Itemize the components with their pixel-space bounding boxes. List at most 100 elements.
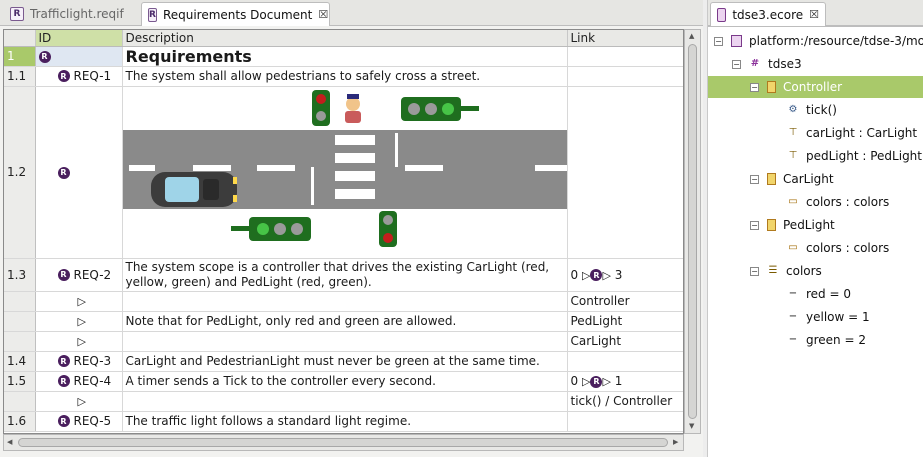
row-number — [4, 291, 36, 312]
table-row[interactable]: ▷ CarLight — [4, 331, 683, 352]
description-cell[interactable]: The traffic light follows a standard lig… — [122, 411, 568, 432]
link-arrow-icon: ▷ — [77, 295, 86, 308]
id-cell[interactable]: R REQ-5 — [35, 411, 123, 432]
collapse-icon[interactable]: − — [750, 266, 759, 276]
table-row[interactable]: 1.4 R REQ-3 CarLight and PedestrianLight … — [4, 351, 683, 372]
table-row[interactable]: 1.6 R REQ-5 The traffic light follows a s… — [4, 411, 683, 432]
table-row[interactable]: ▷ Note that for PedLight, only red and g… — [4, 311, 683, 332]
tree-node-label: platform:/resource/tdse-3/mod — [749, 34, 923, 48]
table-row[interactable]: ▷ tick() / Controller — [4, 391, 683, 412]
link-cell[interactable]: PedLight — [567, 311, 683, 332]
link-arrow-icon: ▷ — [77, 315, 86, 328]
tree-node-literal[interactable]: − yellow = 1 — [787, 306, 870, 328]
row-number — [4, 391, 36, 412]
scroll-down-icon[interactable]: ▼ — [689, 422, 694, 430]
row-number: 1.2 — [4, 86, 36, 259]
horizontal-scrollbar[interactable]: ◀ ▶ — [3, 434, 684, 451]
description-cell[interactable]: The system scope is a controller that dr… — [122, 258, 568, 292]
link-cell[interactable] — [567, 86, 683, 259]
tab-trafficlight-reqif[interactable]: R Trafficlight.reqif — [4, 2, 130, 26]
reference-icon: ⊤ — [788, 150, 798, 161]
id-cell[interactable]: ▷ — [35, 331, 123, 352]
description-cell[interactable] — [122, 391, 568, 412]
tree-node-class-controller[interactable]: − Controller — [708, 76, 923, 98]
id-cell[interactable]: R REQ-1 — [35, 66, 123, 87]
link-cell[interactable]: CarLight — [567, 331, 683, 352]
link-cell[interactable] — [567, 351, 683, 372]
table-row[interactable]: 1.2 R — [4, 86, 683, 259]
ecore-editor: tdse3.ecore ☒ − platform:/resource/tdse-… — [707, 0, 923, 457]
link-cell[interactable]: Controller — [567, 291, 683, 312]
ecore-tab-bar: tdse3.ecore ☒ — [708, 0, 923, 26]
car-light-bottom — [230, 216, 311, 241]
tree-node-literal[interactable]: − green = 2 — [787, 329, 866, 351]
tree-node-literal[interactable]: − red = 0 — [787, 283, 851, 305]
description-cell[interactable]: Note that for PedLight, only red and gre… — [122, 311, 568, 332]
id-cell[interactable]: R — [35, 86, 123, 259]
id-cell[interactable]: ▷ — [35, 291, 123, 312]
link-arrow-icon: ▷ — [581, 268, 591, 282]
link-cell[interactable] — [567, 66, 683, 87]
collapse-icon[interactable]: − — [750, 82, 759, 92]
tree-node-attribute[interactable]: ▭ colors : colors — [787, 237, 889, 259]
link-cell[interactable]: 0 ▷ R ▷ 1 — [567, 371, 683, 392]
ecore-file-icon — [717, 7, 727, 22]
scroll-right-icon[interactable]: ▶ — [673, 438, 678, 446]
id-cell[interactable]: ▷ — [35, 391, 123, 412]
collapse-icon[interactable]: − — [732, 59, 741, 69]
table-row[interactable]: ▷ Controller — [4, 291, 683, 312]
close-icon[interactable]: ☒ — [809, 8, 819, 21]
link-cell[interactable] — [567, 46, 683, 67]
id-cell[interactable]: ▷ — [35, 311, 123, 332]
ped-light-top — [311, 89, 330, 126]
description-cell[interactable]: A timer sends a Tick to the controller e… — [122, 371, 568, 392]
tree-node-class-pedlight[interactable]: − PedLight — [750, 214, 835, 236]
description-cell[interactable] — [122, 86, 568, 259]
description-cell[interactable]: The system shall allow pedestrians to sa… — [122, 66, 568, 87]
tree-node-label: yellow = 1 — [806, 310, 870, 324]
vertical-scrollbar[interactable]: ▲ ▼ — [684, 29, 701, 434]
tree-node-attribute[interactable]: ▭ colors : colors — [787, 191, 889, 213]
column-header-id[interactable]: ID — [35, 30, 123, 47]
tree-node-reference[interactable]: ⊤ carLight : CarLight — [787, 122, 917, 144]
close-icon[interactable]: ☒ — [318, 8, 328, 21]
table-row[interactable]: 1 R Requirements — [4, 46, 683, 67]
tree-node-operation[interactable]: ⚙ tick() — [787, 99, 837, 121]
row-number-header — [4, 30, 36, 47]
link-count-in: 0 — [570, 267, 579, 282]
id-cell[interactable]: R — [35, 46, 123, 67]
link-cell[interactable] — [567, 411, 683, 432]
description-cell[interactable] — [122, 291, 568, 312]
tab-requirements-document[interactable]: R Requirements Document ☒ — [141, 2, 330, 26]
table-row[interactable]: 1.5 R REQ-4 A timer sends a Tick to the c… — [4, 371, 683, 392]
scroll-left-icon[interactable]: ◀ — [7, 438, 12, 446]
tree-node-package[interactable]: − # tdse3 — [732, 53, 802, 75]
id-cell[interactable]: R REQ-2 — [35, 258, 123, 292]
tab-tdse3-ecore[interactable]: tdse3.ecore ☒ — [710, 2, 826, 26]
tree-node-reference[interactable]: ⊤ pedLight : PedLight — [787, 145, 922, 167]
literal-icon: − — [788, 311, 798, 322]
tree-node-class-carlight[interactable]: − CarLight — [750, 168, 834, 190]
table-row[interactable]: 1.1 R REQ-1 The system shall allow pedest… — [4, 66, 683, 87]
link-cell[interactable]: tick() / Controller — [567, 391, 683, 412]
tree-node-enum-colors[interactable]: − ☰ colors — [750, 260, 822, 282]
scroll-up-icon[interactable]: ▲ — [689, 32, 694, 40]
id-cell[interactable]: R REQ-3 — [35, 351, 123, 372]
description-cell[interactable]: CarLight and PedestrianLight must never … — [122, 351, 568, 372]
column-header-link[interactable]: Link — [567, 30, 683, 47]
reqif-marker-icon: R — [38, 50, 51, 63]
collapse-icon[interactable]: − — [750, 220, 759, 230]
link-cell[interactable]: 0 ▷ R ▷ 3 — [567, 258, 683, 292]
tree-node-resource[interactable]: − platform:/resource/tdse-3/mod — [714, 30, 923, 52]
reqif-marker-icon: R — [57, 166, 70, 179]
description-cell[interactable]: Requirements — [122, 46, 568, 67]
scrollbar-thumb[interactable] — [18, 438, 668, 447]
id-cell[interactable]: R REQ-4 — [35, 371, 123, 392]
scrollbar-thumb[interactable] — [688, 44, 697, 419]
package-icon: # — [750, 58, 760, 69]
collapse-icon[interactable]: − — [714, 36, 723, 46]
description-cell[interactable] — [122, 331, 568, 352]
column-header-description[interactable]: Description — [122, 30, 568, 47]
collapse-icon[interactable]: − — [750, 174, 759, 184]
table-row[interactable]: 1.3 R REQ-2 The system scope is a control… — [4, 258, 683, 292]
